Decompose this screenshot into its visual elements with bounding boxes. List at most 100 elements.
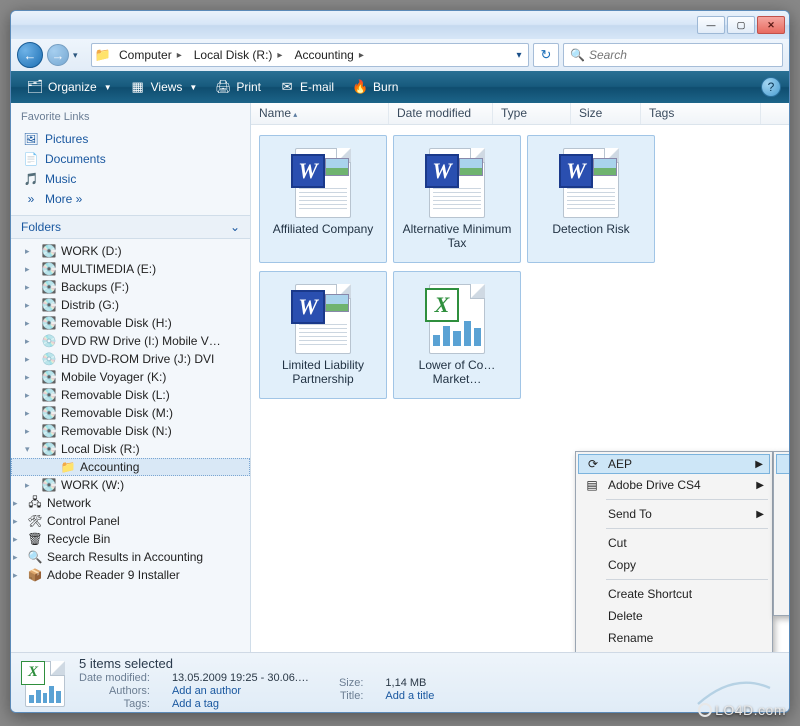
- favorite-icon: 🖼: [23, 132, 39, 146]
- breadcrumb-dropdown[interactable]: ▾: [510, 50, 528, 61]
- tree-node[interactable]: ▸🔍Search Results in Accounting: [11, 548, 250, 566]
- tree-node[interactable]: ▸💿HD DVD-ROM Drive (J:) DVI: [11, 350, 250, 368]
- tree-twisty[interactable]: ▸: [25, 300, 30, 311]
- menu-item[interactable]: Copy: [578, 554, 770, 576]
- tree-node[interactable]: ▸💽WORK (D:): [11, 242, 250, 260]
- file-name: Limited Liability Partnership: [264, 358, 382, 386]
- print-button[interactable]: 🖨Print: [207, 76, 269, 98]
- menu-item[interactable]: Cut: [578, 532, 770, 554]
- tree-twisty[interactable]: ▸: [25, 264, 30, 275]
- favorite-link[interactable]: 🎵Music: [11, 169, 250, 189]
- tree-twisty[interactable]: ▸: [25, 390, 30, 401]
- column-header[interactable]: Name: [251, 103, 389, 124]
- maximize-button[interactable]: ▢: [727, 16, 755, 34]
- tree-node[interactable]: ▸💽Backups (F:): [11, 278, 250, 296]
- meta-value[interactable]: Add an author: [172, 685, 309, 697]
- favorite-link[interactable]: 🖼Pictures: [11, 129, 250, 149]
- context-menu[interactable]: ⟳AEP▶▤Adobe Drive CS4▶ Send To▶ CutCopy Cre…: [575, 451, 773, 681]
- folder-tree[interactable]: ▸💽WORK (D:)▸💽MULTIMEDIA (E:)▸💽Backups (F…: [11, 239, 250, 652]
- crumb-folder[interactable]: Accounting: [289, 44, 370, 66]
- crumb-computer[interactable]: Computer: [114, 44, 189, 66]
- file-grid[interactable]: WAffiliated CompanyWAlternative Minimum …: [251, 125, 789, 652]
- tree-node[interactable]: ▸📦Adobe Reader 9 Installer: [11, 566, 250, 584]
- search-box[interactable]: 🔍: [563, 43, 783, 67]
- tree-node[interactable]: ▸💽MULTIMEDIA (E:): [11, 260, 250, 278]
- drive-icon: 💽: [41, 315, 57, 331]
- column-header[interactable]: Tags: [641, 103, 761, 124]
- tree-twisty[interactable]: ▸: [25, 282, 30, 293]
- meta-value[interactable]: Add a tag: [172, 698, 309, 710]
- tree-node[interactable]: ▸💽Removable Disk (L:): [11, 386, 250, 404]
- tree-twisty[interactable]: ▸: [25, 372, 30, 383]
- search-input[interactable]: [589, 48, 776, 62]
- favorite-link[interactable]: »More »: [11, 189, 250, 209]
- menu-item[interactable]: Run AEP: [776, 547, 790, 569]
- tree-node[interactable]: ▸💽Distrib (G:): [11, 296, 250, 314]
- crumb-drive[interactable]: Local Disk (R:): [189, 44, 290, 66]
- tree-twisty[interactable]: ▸: [13, 498, 18, 509]
- column-header[interactable]: Size: [571, 103, 641, 124]
- minimize-button[interactable]: —: [697, 16, 725, 34]
- file-item[interactable]: WLimited Liability Partnership: [259, 271, 387, 399]
- tree-twisty[interactable]: ▸: [13, 516, 18, 527]
- tree-twisty[interactable]: ▸: [25, 336, 30, 347]
- menu-item[interactable]: ▤Adobe Drive CS4▶: [578, 474, 770, 496]
- tree-twisty[interactable]: ▸: [25, 354, 30, 365]
- menu-item[interactable]: Decrypt: [776, 474, 790, 496]
- tree-twisty[interactable]: ▸: [25, 480, 30, 491]
- file-item[interactable]: WAlternative Minimum Tax: [393, 135, 521, 263]
- file-item[interactable]: XLower of Co… Market…: [393, 271, 521, 399]
- views-button[interactable]: ▦Views▼: [122, 76, 206, 98]
- menu-item[interactable]: About...: [776, 569, 790, 591]
- tree-node[interactable]: ▸💿DVD RW Drive (I:) Mobile V…: [11, 332, 250, 350]
- tree-node[interactable]: ▸💽Removable Disk (H:): [11, 314, 250, 332]
- menu-item[interactable]: Create Shortcut: [578, 583, 770, 605]
- breadcrumb[interactable]: 📁 Computer Local Disk (R:) Accounting ▾: [91, 43, 529, 67]
- menu-item[interactable]: Rename: [578, 627, 770, 649]
- menu-item[interactable]: Delete: [578, 605, 770, 627]
- context-submenu-aep[interactable]: EncryptDecryptCreate Self-Extracting fil…: [773, 451, 790, 616]
- file-item[interactable]: WAffiliated Company: [259, 135, 387, 263]
- tree-node[interactable]: ▸🖧Network: [11, 494, 250, 512]
- column-header[interactable]: Type: [493, 103, 571, 124]
- tree-node[interactable]: ▸🛠Control Panel: [11, 512, 250, 530]
- menu-item[interactable]: Create Self-Extracting file...: [776, 496, 790, 518]
- tree-node[interactable]: 📁Accounting: [11, 458, 250, 476]
- close-button[interactable]: ✕: [757, 16, 785, 34]
- tree-node[interactable]: ▾💽Local Disk (R:): [11, 440, 250, 458]
- menu-item[interactable]: ⟳AEP▶: [578, 454, 770, 474]
- column-header[interactable]: Date modified: [389, 103, 493, 124]
- tree-twisty[interactable]: ▸: [25, 408, 30, 419]
- tree-twisty[interactable]: ▸: [13, 570, 18, 581]
- titlebar: — ▢ ✕: [11, 11, 789, 39]
- folders-toggle[interactable]: Folders⌄: [11, 215, 250, 239]
- organize-button[interactable]: 🗂Organize▼: [19, 76, 120, 98]
- menu-item[interactable]: Encrypt: [776, 454, 790, 474]
- email-button[interactable]: ✉E-mail: [271, 76, 342, 98]
- refresh-button[interactable]: ↻: [533, 43, 559, 67]
- tree-twisty[interactable]: ▸: [25, 246, 30, 257]
- tree-twisty[interactable]: ▸: [13, 552, 18, 563]
- tree-twisty[interactable]: ▸: [25, 318, 30, 329]
- meta-value: 13.05.2009 19:25 - 30.06.…: [172, 672, 309, 684]
- favorite-link[interactable]: 📄Documents: [11, 149, 250, 169]
- help-button[interactable]: ?: [761, 77, 781, 97]
- back-button[interactable]: ←: [17, 42, 43, 68]
- menu-item[interactable]: Wipe: [776, 518, 790, 540]
- nav-history-dropdown[interactable]: ▾: [73, 50, 87, 61]
- tree-node[interactable]: ▸💽Removable Disk (M:): [11, 404, 250, 422]
- menu-item[interactable]: Help: [776, 591, 790, 613]
- tree-node[interactable]: ▸💽WORK (W:): [11, 476, 250, 494]
- meta-value[interactable]: Add a title: [385, 690, 434, 702]
- forward-button[interactable]: →: [47, 44, 69, 66]
- tree-twisty[interactable]: ▾: [25, 444, 30, 455]
- menu-item-icon: ▤: [584, 478, 600, 492]
- tree-node[interactable]: ▸💽Mobile Voyager (K:): [11, 368, 250, 386]
- burn-button[interactable]: 🔥Burn: [344, 76, 406, 98]
- menu-item[interactable]: Send To▶: [578, 503, 770, 525]
- file-item[interactable]: WDetection Risk: [527, 135, 655, 263]
- tree-twisty[interactable]: ▸: [13, 534, 18, 545]
- tree-twisty[interactable]: ▸: [25, 426, 30, 437]
- tree-node[interactable]: ▸🗑Recycle Bin: [11, 530, 250, 548]
- tree-node[interactable]: ▸💽Removable Disk (N:): [11, 422, 250, 440]
